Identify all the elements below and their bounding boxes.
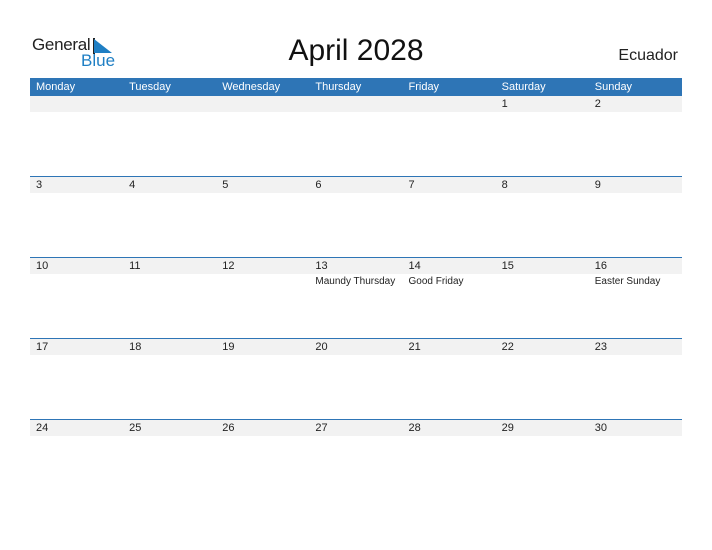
date-band: 17 18 19 20 21 22 23 xyxy=(30,339,682,355)
holiday-label xyxy=(403,112,496,113)
weekday-sunday: Sunday xyxy=(594,81,633,93)
weekday-thursday: Thursday xyxy=(315,81,362,93)
day-number: 20 xyxy=(315,341,328,353)
holiday-label xyxy=(496,355,589,356)
day-number: 30 xyxy=(594,422,607,434)
day-number: 29 xyxy=(501,422,514,434)
day-number: 27 xyxy=(315,422,328,434)
day-number: 16 xyxy=(594,260,607,272)
day-number: 22 xyxy=(501,341,514,353)
day-number: 3 xyxy=(36,179,43,191)
day-number xyxy=(403,96,496,112)
holiday-label xyxy=(30,193,123,194)
day-number: 10 xyxy=(36,260,49,272)
weekday-header: Monday Tuesday Wednesday Thursday Friday Satu… xyxy=(30,78,682,96)
day-number: 17 xyxy=(36,341,49,353)
weekday-monday: Monday xyxy=(36,81,76,93)
holiday-label: Maundy Thursday xyxy=(315,276,396,287)
day-number: 18 xyxy=(129,341,142,353)
day-number xyxy=(309,96,402,112)
day-number: 12 xyxy=(222,260,235,272)
holiday-label xyxy=(309,355,402,356)
holiday-label xyxy=(496,274,589,289)
day-number: 19 xyxy=(222,341,235,353)
weekday-wednesday: Wednesday xyxy=(222,81,281,93)
holiday-label xyxy=(403,355,496,356)
holiday-label xyxy=(123,274,216,289)
day-number: 11 xyxy=(129,260,141,272)
holiday-row xyxy=(30,193,682,194)
holiday-row xyxy=(30,436,682,437)
day-number: 4 xyxy=(129,179,136,191)
holiday-label xyxy=(403,193,496,194)
holiday-label: Easter Sunday xyxy=(594,276,661,287)
week-row: 12 xyxy=(30,96,682,177)
country-label: Ecuador xyxy=(618,47,678,64)
holiday-label xyxy=(589,112,682,113)
day-number: 13 xyxy=(315,260,328,272)
holiday-label xyxy=(30,355,123,356)
holiday-label xyxy=(589,193,682,194)
holiday-label xyxy=(589,436,682,437)
day-number: 2 xyxy=(594,98,601,110)
holiday-label xyxy=(30,436,123,437)
week-row: 3 4 5 6 7 8 9 xyxy=(30,176,682,258)
holiday-row: Maundy Thursday Good Friday Easter Sunday xyxy=(30,274,682,289)
holiday-label xyxy=(30,112,123,113)
week-row: 24 25 26 27 28 29 30 xyxy=(30,419,682,501)
day-number: 8 xyxy=(501,179,508,191)
holiday-label xyxy=(589,355,682,356)
day-number xyxy=(123,96,216,112)
day-number xyxy=(216,96,309,112)
day-number: 14 xyxy=(408,260,421,272)
holiday-label xyxy=(123,193,216,194)
day-number: 25 xyxy=(129,422,142,434)
page-title: April 2028 xyxy=(288,34,424,67)
day-number: 23 xyxy=(594,341,607,353)
holiday-label xyxy=(216,112,309,113)
date-band: 3 4 5 6 7 8 9 xyxy=(30,177,682,193)
day-number: 7 xyxy=(408,179,415,191)
day-number: 24 xyxy=(36,422,49,434)
weekday-tuesday: Tuesday xyxy=(129,81,171,93)
date-band: 10 11 12 13 14 15 16 xyxy=(30,258,682,274)
date-band: 12 xyxy=(30,96,682,112)
holiday-label xyxy=(496,193,589,194)
day-number: 28 xyxy=(408,422,421,434)
holiday-label xyxy=(123,112,216,113)
holiday-label xyxy=(216,193,309,194)
holiday-label: Good Friday xyxy=(408,276,464,287)
holiday-label xyxy=(496,112,589,113)
holiday-label xyxy=(309,193,402,194)
holiday-label xyxy=(216,274,309,289)
day-number: 5 xyxy=(222,179,229,191)
holiday-label xyxy=(309,436,402,437)
day-number: 26 xyxy=(222,422,235,434)
holiday-label xyxy=(30,274,123,289)
day-number: 15 xyxy=(501,260,514,272)
holiday-label xyxy=(123,436,216,437)
weekday-saturday: Saturday xyxy=(501,81,546,93)
holiday-label xyxy=(216,436,309,437)
day-number xyxy=(30,96,123,112)
holiday-row xyxy=(30,112,682,113)
date-band: 24 25 26 27 28 29 30 xyxy=(30,420,682,436)
holiday-label xyxy=(123,355,216,356)
holiday-label xyxy=(403,436,496,437)
holiday-row xyxy=(30,355,682,356)
day-number: 9 xyxy=(594,179,601,191)
day-number: 1 xyxy=(501,98,508,110)
holiday-label xyxy=(216,355,309,356)
week-row: 10 11 12 13 14 15 16 Maundy Thursday Good Friday… xyxy=(30,257,682,339)
weekday-friday: Friday xyxy=(408,81,440,93)
holiday-label xyxy=(496,436,589,437)
day-number: 21 xyxy=(408,341,421,353)
day-number: 6 xyxy=(315,179,322,191)
week-row: 17 18 19 20 21 22 23 xyxy=(30,338,682,420)
holiday-label xyxy=(309,112,402,113)
